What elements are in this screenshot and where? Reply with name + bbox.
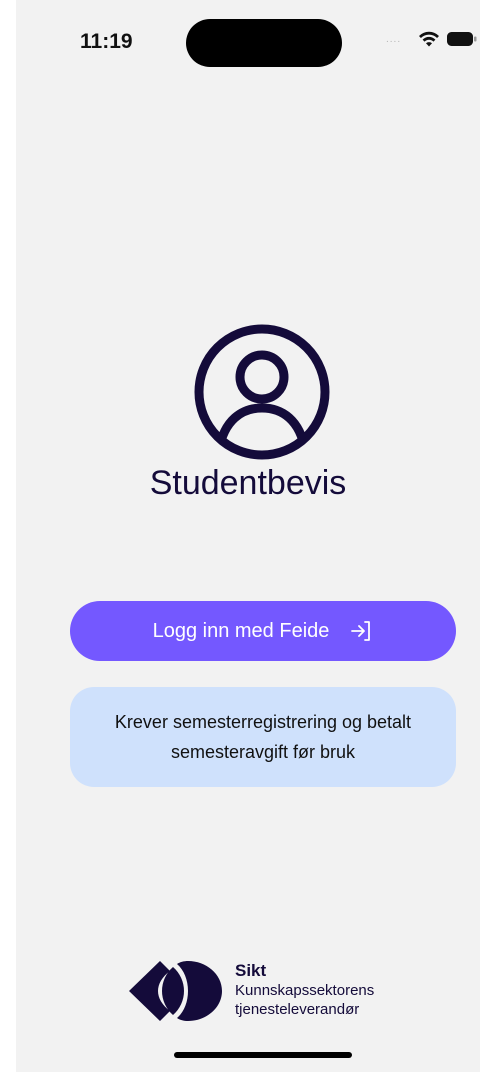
- sikt-brand-text: Sikt Kunnskapssektorens tjenesteleverand…: [235, 961, 435, 1019]
- login-arrow-icon: [351, 621, 371, 641]
- profile-icon: [194, 324, 330, 460]
- dynamic-island: [186, 19, 342, 67]
- wifi-icon: [419, 31, 439, 47]
- status-time: 11:19: [80, 30, 133, 53]
- sikt-logo-icon: [129, 961, 222, 1021]
- requirement-info-box: Krever semesterregistrering og betalt se…: [70, 687, 456, 787]
- login-button-label: Logg inn med Feide: [152, 619, 330, 642]
- home-indicator[interactable]: [174, 1052, 352, 1058]
- signal-icon: ....: [386, 34, 402, 45]
- battery-icon: [447, 32, 477, 46]
- sikt-tagline: Kunnskapssektorens tjenesteleverandør: [235, 982, 375, 1018]
- login-feide-button[interactable]: Logg inn med Feide: [70, 601, 456, 661]
- app-screen: 11:19 .... Studentbevis Logg inn med Fei…: [16, 0, 480, 1072]
- requirement-info-text: Krever semesterregistrering og betalt se…: [114, 712, 412, 762]
- page-title: Studentbevis: [149, 464, 347, 502]
- sikt-brand-name: Sikt: [235, 961, 267, 980]
